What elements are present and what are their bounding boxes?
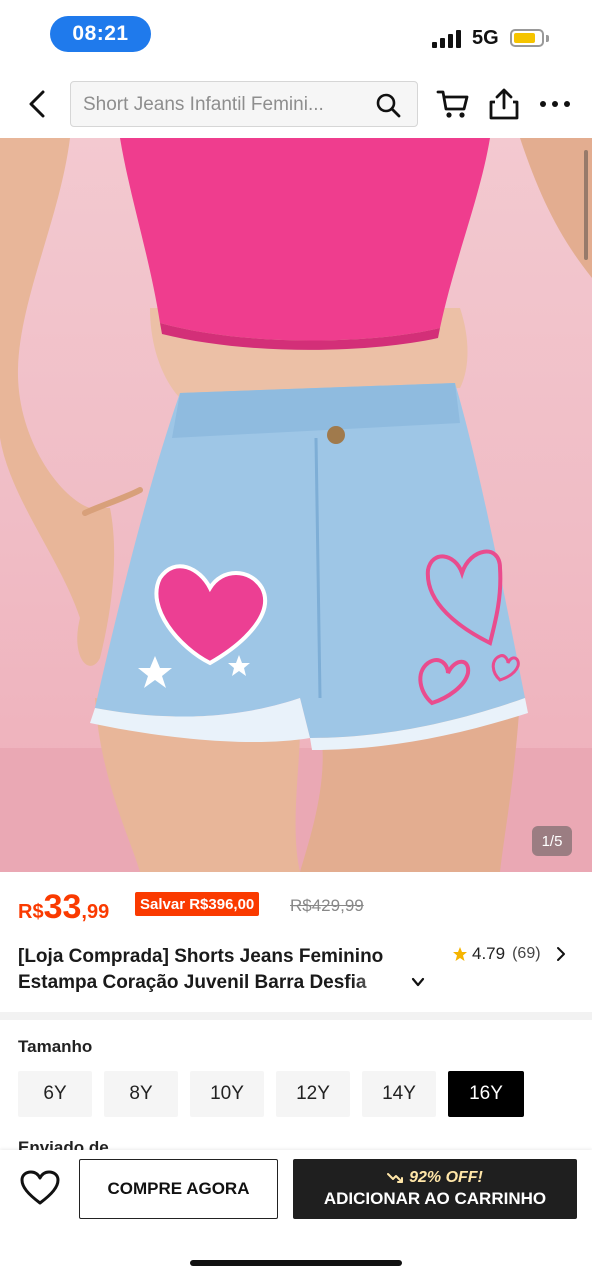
- chevron-down-icon[interactable]: [410, 974, 426, 990]
- size-option-8y[interactable]: 8Y: [104, 1071, 178, 1117]
- battery-cap: [546, 35, 549, 42]
- product-image[interactable]: 1/5: [0, 138, 592, 872]
- star-icon: [453, 947, 467, 961]
- size-label: Tamanho: [18, 1037, 93, 1056]
- review-count: (69): [512, 945, 541, 962]
- product-title-line1: [Loja Comprada] Shorts Jeans Feminino: [18, 946, 384, 967]
- price-decimal: ,99: [81, 901, 110, 923]
- buy-now-button[interactable]: COMPRE AGORA: [79, 1159, 278, 1219]
- add-to-cart-label: ADICIONAR AO CARRINHO: [323, 1189, 547, 1208]
- size-option-10y[interactable]: 10Y: [190, 1071, 264, 1117]
- product-photo: [0, 138, 592, 872]
- wishlist-button[interactable]: [18, 1166, 62, 1210]
- current-price: R$33,99: [18, 888, 109, 927]
- trend-icon: [387, 1173, 404, 1183]
- price-integer: 33: [43, 888, 82, 926]
- home-indicator: [190, 1260, 402, 1266]
- size-option-6y[interactable]: 6Y: [18, 1071, 92, 1117]
- section-divider: [0, 1012, 592, 1020]
- network-label: 5G: [472, 27, 499, 49]
- add-to-cart-button[interactable]: 92% OFF! ADICIONAR AO CARRINHO: [293, 1159, 577, 1219]
- share-icon[interactable]: [487, 87, 521, 121]
- nav-bar: Short Jeans Infantil Femini...: [0, 72, 592, 138]
- rating-value: 4.79: [472, 944, 506, 963]
- size-option-14y[interactable]: 14Y: [362, 1071, 436, 1117]
- battery-icon: [510, 29, 544, 47]
- image-scroll-indicator: [584, 150, 588, 260]
- original-price: R$429,99: [290, 896, 364, 915]
- size-option-12y[interactable]: 12Y: [276, 1071, 350, 1117]
- savings-badge: Salvar R$396,00: [135, 892, 260, 916]
- discount-text: 92% OFF!: [409, 1169, 483, 1186]
- back-button[interactable]: [22, 86, 52, 122]
- search-icon[interactable]: [375, 92, 401, 118]
- more-icon[interactable]: [538, 87, 572, 121]
- price-currency: R$: [18, 901, 44, 923]
- back-icon: [29, 90, 45, 118]
- cart-icon[interactable]: [436, 87, 470, 121]
- search-input[interactable]: Short Jeans Infantil Femini...: [70, 81, 418, 127]
- status-bar: 08:21 5G: [0, 0, 592, 72]
- price-row: R$33,99 Salvar R$396,00 R$429,99: [18, 884, 578, 928]
- status-time: 08:21: [50, 16, 151, 52]
- image-counter: 1/5: [532, 826, 572, 856]
- search-query: Short Jeans Infantil Femini...: [83, 94, 324, 115]
- size-option-16y[interactable]: 16Y: [448, 1071, 524, 1117]
- product-title[interactable]: [Loja Comprada] Shorts Jeans Feminino Es…: [18, 944, 428, 996]
- bottom-action-bar: COMPRE AGORA 92% OFF! ADICIONAR AO CARRI…: [0, 1150, 592, 1280]
- shipping-label: Enviado de: [18, 1138, 109, 1150]
- signal-icon: [432, 30, 461, 48]
- discount-tag: 92% OFF!: [387, 1169, 483, 1187]
- rating-summary[interactable]: 4.79 (69): [452, 944, 567, 964]
- heart-icon: [20, 1170, 60, 1205]
- chevron-right-icon: [556, 947, 565, 961]
- product-title-line2: Estampa Coração Juvenil Barra Desfia: [18, 972, 367, 993]
- size-options: 6Y 8Y 10Y 12Y 14Y 16Y: [18, 1071, 524, 1117]
